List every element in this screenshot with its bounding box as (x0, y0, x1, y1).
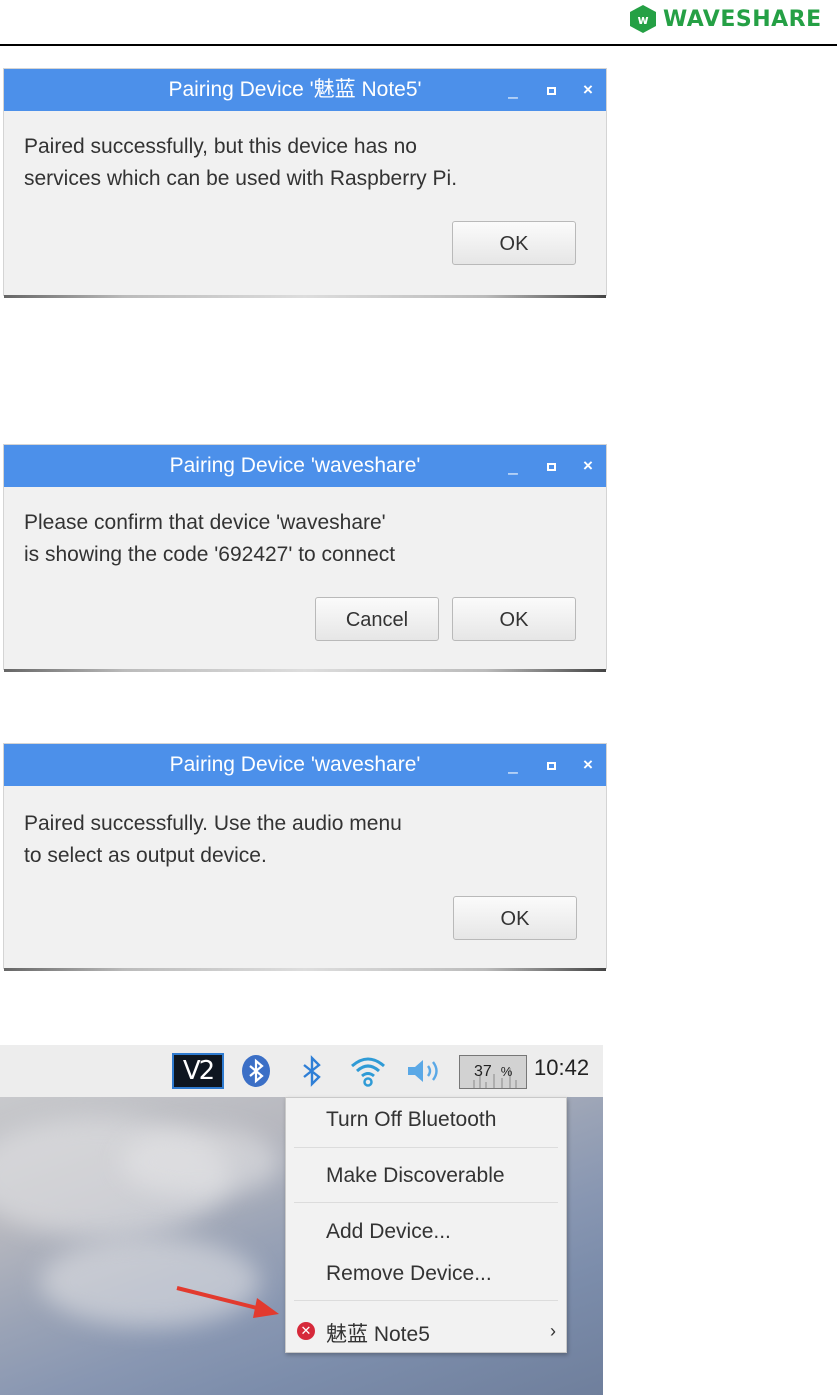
dialog-bottom-edge (4, 968, 606, 971)
desktop-screenshot: V2 37 % 10:42 Turn Off Bluetooth Make Di… (0, 1045, 603, 1395)
menu-item-remove-device[interactable]: Remove Device... (326, 1262, 492, 1286)
dialog-titlebar[interactable]: Pairing Device '魅蓝 Note5' _ × (4, 69, 606, 111)
minimize-button[interactable]: _ (501, 445, 525, 487)
close-button[interactable]: × (576, 69, 600, 111)
dialog-bottom-edge (4, 669, 606, 672)
menu-item-make-discoverable[interactable]: Make Discoverable (326, 1164, 505, 1188)
bluetooth-badge-icon[interactable] (238, 1053, 274, 1089)
close-button[interactable]: × (576, 445, 600, 487)
volume-svg (408, 1060, 438, 1082)
cpu-usage-value: 37 % (474, 1063, 513, 1080)
bluetooth-menu: Turn Off Bluetooth Make Discoverable Add… (285, 1097, 567, 1353)
bluetooth-badge-svg (242, 1055, 270, 1087)
ok-button[interactable]: OK (453, 896, 577, 940)
maximize-icon (546, 462, 556, 471)
pairing-dialog-2: Pairing Device 'waveshare' _ × Please co… (3, 444, 607, 672)
vnc-icon[interactable]: V2 (172, 1053, 224, 1089)
dialog-title: Pairing Device 'waveshare' (169, 753, 421, 776)
maximize-icon (546, 86, 556, 95)
menu-item-add-device[interactable]: Add Device... (326, 1220, 451, 1244)
brand-name: WAVESHARE (663, 6, 822, 32)
maximize-button[interactable] (539, 744, 563, 786)
header-divider (0, 44, 837, 46)
maximize-icon (546, 761, 556, 770)
red-arrow-annotation (176, 1286, 279, 1318)
bluetooth-svg (303, 1055, 321, 1087)
menu-separator (294, 1147, 558, 1148)
pairing-dialog-3: Pairing Device 'waveshare' _ × Paired su… (3, 743, 607, 971)
close-button[interactable]: × (576, 744, 600, 786)
volume-icon[interactable] (404, 1053, 446, 1089)
waveshare-logo-icon: w (630, 5, 656, 33)
dialog-message-line-1: Paired successfully. Use the audio menu (24, 812, 402, 835)
menu-item-device[interactable]: 魅蓝 Note5 (326, 1318, 430, 1348)
dialog-message-line-1: Please confirm that device 'waveshare' (24, 511, 386, 534)
dialog-message-line-2: is showing the code '692427' to connect (24, 543, 396, 566)
dialog-title: Pairing Device 'waveshare' (169, 454, 421, 477)
waveshare-logo: w WAVESHARE (628, 0, 822, 38)
wifi-svg (351, 1057, 385, 1087)
ok-button[interactable]: OK (452, 221, 576, 265)
minimize-button[interactable]: _ (501, 744, 525, 786)
taskbar: V2 37 % 10:42 (0, 1045, 603, 1097)
pairing-dialog-1: Pairing Device '魅蓝 Note5' _ × Paired suc… (3, 68, 607, 298)
dialog-message-line-2: services which can be used with Raspberr… (24, 167, 458, 190)
dialog-message-line-2: to select as output device. (24, 844, 267, 867)
chevron-right-icon: › (550, 1321, 556, 1341)
dialog-titlebar[interactable]: Pairing Device 'waveshare' _ × (4, 744, 606, 786)
dialog-bottom-edge (4, 295, 606, 298)
dialog-title: Pairing Device '魅蓝 Note5' (168, 78, 422, 101)
maximize-button[interactable] (539, 69, 563, 111)
menu-separator (294, 1202, 558, 1203)
dialog-titlebar[interactable]: Pairing Device 'waveshare' _ × (4, 445, 606, 487)
minimize-button[interactable]: _ (501, 69, 525, 111)
ok-button[interactable]: OK (452, 597, 576, 641)
menu-item-turn-off-bluetooth[interactable]: Turn Off Bluetooth (326, 1108, 496, 1132)
svg-text:w: w (637, 13, 648, 27)
cpu-monitor[interactable]: 37 % (459, 1055, 527, 1089)
menu-separator (294, 1300, 558, 1301)
cancel-button[interactable]: Cancel (315, 597, 439, 641)
dialog-message-line-1: Paired successfully, but this device has… (24, 135, 417, 158)
error-x-icon: ✕ (297, 1322, 315, 1340)
maximize-button[interactable] (539, 445, 563, 487)
clock[interactable]: 10:42 (534, 1055, 589, 1081)
wifi-icon[interactable] (346, 1053, 390, 1089)
bluetooth-icon[interactable] (296, 1053, 328, 1089)
